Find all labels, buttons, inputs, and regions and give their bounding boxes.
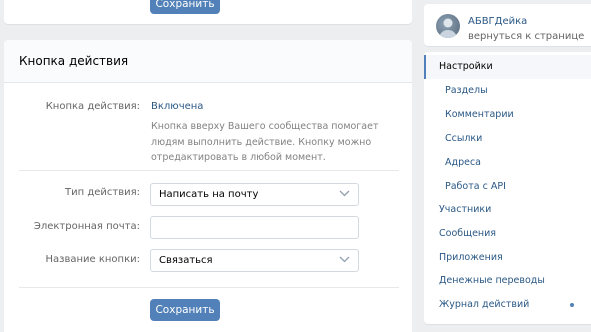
card-header: Кнопка действия <box>4 40 412 83</box>
divider <box>19 170 399 171</box>
group-avatar-image <box>439 18 457 38</box>
menu-item-sections[interactable]: Разделы <box>424 79 591 103</box>
group-card: АБВГДейка вернуться к странице <box>424 4 591 46</box>
menu-item-label: Адреса <box>445 157 481 168</box>
chevron-down-icon <box>339 256 350 263</box>
menu-item-label: Сообщения <box>439 228 497 239</box>
button-name-value: Связаться <box>159 255 213 266</box>
menu-item-comments[interactable]: Комментарии <box>424 103 591 127</box>
save-button[interactable]: Сохранить <box>150 299 220 321</box>
menu-item-action-log[interactable]: Журнал действий <box>424 293 591 317</box>
action-type-select[interactable]: Написать на почту <box>150 183 359 206</box>
button-name-select[interactable]: Связаться <box>150 249 359 272</box>
email-label: Электронная почта: <box>33 221 140 232</box>
menu-item-messages[interactable]: Сообщения <box>424 222 591 246</box>
menu-item-members[interactable]: Участники <box>424 198 591 222</box>
button-name-label: Название кнопки: <box>45 254 141 265</box>
community-settings-page: Сохранить Кнопка действия Кнопка действи… <box>0 0 591 332</box>
notification-dot-icon <box>570 303 574 307</box>
menu-item-label: Приложения <box>439 252 503 263</box>
divider <box>19 287 399 288</box>
menu-item-label: Участники <box>439 204 492 215</box>
settings-menu: Настройки Разделы Комментарии Ссылки Адр… <box>424 52 591 324</box>
save-button-top[interactable]: Сохранить <box>150 0 220 14</box>
menu-item-label: Настройки <box>439 61 493 72</box>
action-button-card: Кнопка действия Кнопка действия: Включен… <box>4 40 412 332</box>
menu-item-label: Комментарии <box>445 109 514 120</box>
menu-item-settings[interactable]: Настройки <box>424 55 591 79</box>
menu-item-apps[interactable]: Приложения <box>424 246 591 270</box>
menu-item-label: Разделы <box>445 85 488 96</box>
group-name-link[interactable]: АБВГДейка <box>468 16 527 27</box>
menu-item-links[interactable]: Ссылки <box>424 127 591 151</box>
menu-item-money-transfers[interactable]: Денежные переводы <box>424 269 591 293</box>
avatar[interactable] <box>436 14 460 38</box>
menu-item-label: Денежные переводы <box>439 275 545 286</box>
chevron-down-icon <box>339 190 350 197</box>
action-type-value: Написать на почту <box>159 189 259 200</box>
action-hint-text: Кнопка вверху Вашего сообщества помогает… <box>151 121 379 163</box>
menu-item-label: Работа с API <box>445 181 506 192</box>
menu-item-api[interactable]: Работа с API <box>424 175 591 199</box>
menu-item-label: Ссылки <box>445 133 483 144</box>
card-title: Кнопка действия <box>19 54 129 68</box>
action-type-label: Тип действия: <box>65 187 140 198</box>
back-to-page-link[interactable]: вернуться к странице <box>468 31 584 42</box>
menu-item-label: Журнал действий <box>439 299 530 310</box>
status-toggle-link[interactable]: Включена <box>151 101 203 112</box>
email-field[interactable] <box>150 216 359 239</box>
previous-section-card: Сохранить <box>4 0 412 24</box>
status-label: Кнопка действия: <box>45 101 140 112</box>
menu-item-addresses[interactable]: Адреса <box>424 151 591 175</box>
